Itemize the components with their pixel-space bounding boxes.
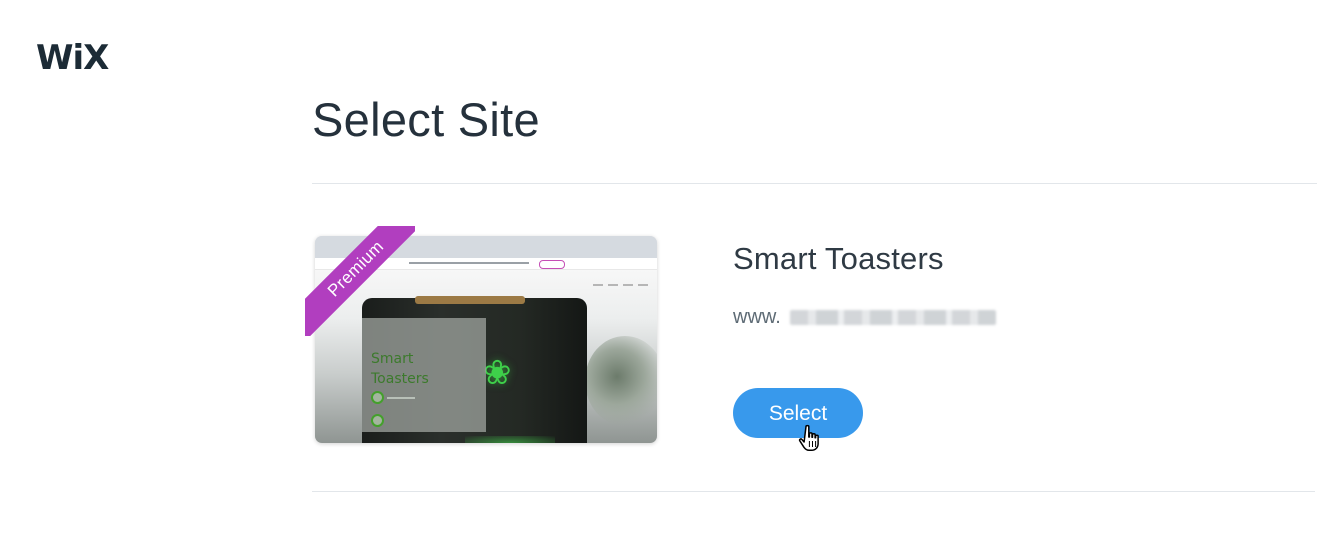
premium-badge-label: Premium xyxy=(305,226,415,336)
header-divider xyxy=(312,183,1317,184)
premium-ribbon: Premium xyxy=(305,226,415,336)
thumbnail-plant-image xyxy=(585,336,657,426)
thumbnail-bullet-text xyxy=(387,397,415,399)
thumbnail-bullet-icon xyxy=(371,391,384,404)
page-title: Select Site xyxy=(312,93,540,146)
thumbnail-toast-image xyxy=(415,296,525,304)
thumbnail-glow xyxy=(465,436,555,443)
wix-logo[interactable]: WiX xyxy=(36,38,109,78)
thumbnail-title: Smart Toasters xyxy=(371,351,429,387)
list-divider xyxy=(312,491,1315,492)
thumbnail-nav xyxy=(593,284,653,286)
site-url-redacted xyxy=(790,310,996,325)
site-name: Smart Toasters xyxy=(733,241,944,276)
site-url: www. xyxy=(733,306,781,328)
hand-pointer-icon xyxy=(798,424,819,452)
toaster-logo-icon: ❀ xyxy=(483,354,512,392)
thumbnail-bullet-icon xyxy=(371,414,384,427)
